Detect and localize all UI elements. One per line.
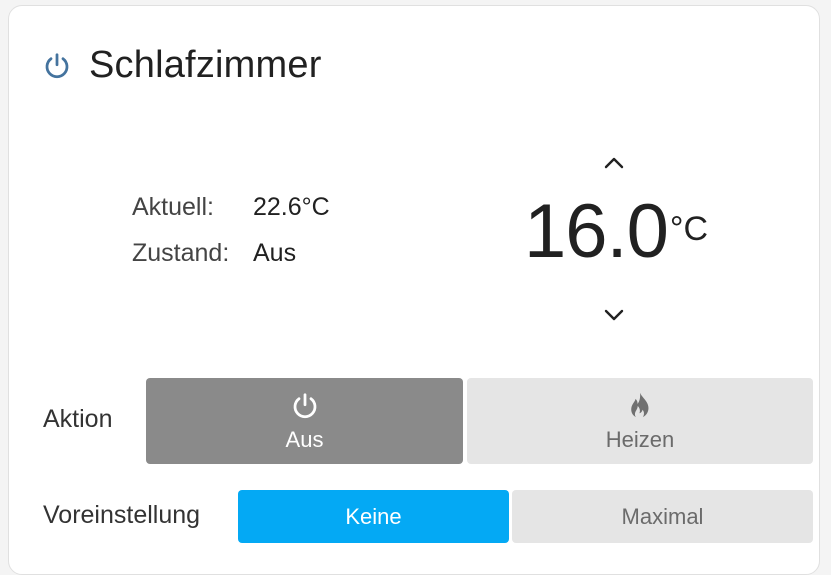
action-off-label: Aus [285, 427, 324, 452]
action-heat-button[interactable]: Heizen [467, 378, 813, 464]
current-temp-label: Aktuell: [132, 192, 214, 221]
current-temp-row: Aktuell: 22.6°C [132, 184, 330, 230]
status-info: Aktuell: 22.6°C Zustand: Aus [132, 184, 330, 276]
card-header: Schlafzimmer [41, 44, 322, 87]
action-label: Aktion [43, 405, 113, 433]
state-label: Zustand: [132, 238, 230, 267]
current-temp-value: 22.6°C [253, 192, 330, 221]
preset-max-button[interactable]: Maximal [512, 490, 813, 543]
preset-label: Voreinstellung [43, 501, 201, 529]
chevron-up-icon[interactable] [603, 152, 625, 174]
action-off-button[interactable]: Aus [146, 378, 463, 464]
state-row: Zustand: Aus [132, 230, 330, 276]
setpoint-control: 16.0 °C [514, 144, 714, 329]
power-icon [290, 389, 320, 423]
setpoint-display: 16.0 °C [524, 190, 708, 274]
preset-max-label: Maximal [621, 503, 704, 529]
action-heat-label: Heizen [605, 427, 675, 452]
setpoint-unit: °C [669, 210, 709, 248]
preset-none-button[interactable]: Keine [238, 490, 509, 543]
card-title: Schlafzimmer [89, 44, 322, 86]
chevron-down-icon[interactable] [603, 304, 625, 326]
preset-none-label: Keine [345, 503, 402, 529]
power-icon[interactable] [41, 50, 73, 82]
thermostat-card: Schlafzimmer Aktuell: 22.6°C Zustand: Au… [8, 5, 820, 575]
state-value: Aus [253, 238, 297, 267]
fire-icon [626, 389, 654, 423]
setpoint-value: 16.0 [524, 189, 669, 274]
